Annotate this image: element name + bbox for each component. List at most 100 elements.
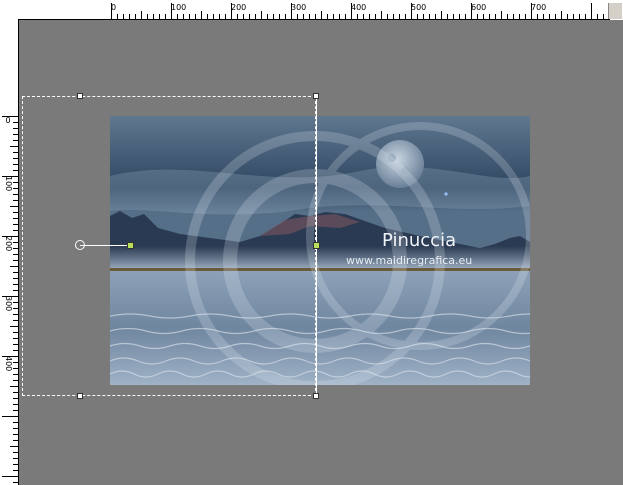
top-ruler-label: 100 <box>171 3 187 12</box>
ruler-scroll-button[interactable] <box>608 3 622 19</box>
left-ruler-label-400: 400 <box>4 356 13 373</box>
left-ruler: 0 100 200 300 400 <box>2 19 19 485</box>
ruler-tick <box>579 14 580 19</box>
ruler-tick <box>219 14 220 19</box>
ruler-tick <box>13 332 18 333</box>
resize-handle-bottom-right[interactable] <box>313 393 319 399</box>
ruler-tick <box>13 194 18 195</box>
resize-handle-bottom-mid[interactable] <box>77 393 83 399</box>
left-ruler-label: 0 <box>5 116 11 125</box>
top-ruler-label: 700 <box>531 3 547 12</box>
ruler-tick <box>13 284 18 285</box>
ruler-tick <box>339 14 340 19</box>
ruler-tick <box>453 14 454 19</box>
ruler-tick <box>447 14 448 19</box>
ruler-tick <box>2 176 18 177</box>
ruler-tick <box>543 14 544 19</box>
ruler-tick <box>2 296 18 297</box>
ruler-tick <box>327 14 328 19</box>
ruler-tick <box>13 218 18 219</box>
ruler-tick <box>153 14 154 19</box>
ruler-tick <box>10 266 18 267</box>
ruler-tick <box>13 164 18 165</box>
ruler-tick <box>10 386 18 387</box>
ruler-tick <box>13 188 18 189</box>
ruler-tick <box>10 446 18 447</box>
ruler-tick <box>417 14 418 19</box>
ruler-tick <box>243 14 244 19</box>
ruler-tick <box>13 158 18 159</box>
ruler-tick <box>381 11 382 19</box>
ruler-tick <box>117 14 118 19</box>
ruler-tick <box>471 3 472 19</box>
left-ruler-label-200: 200 <box>4 236 13 253</box>
ruler-corner <box>2 3 18 19</box>
ruler-tick <box>267 14 268 19</box>
ruler-tick <box>333 14 334 19</box>
rotation-arm <box>80 245 130 246</box>
ruler-tick <box>13 392 18 393</box>
resize-handle-left-mid[interactable] <box>127 242 134 249</box>
left-ruler-label-100: 100 <box>4 176 13 193</box>
ruler-tick <box>13 170 18 171</box>
ruler-tick <box>195 14 196 19</box>
ruler-tick <box>459 14 460 19</box>
left-ruler-label: 200 <box>4 236 13 252</box>
selection-bounding-box[interactable] <box>22 96 316 396</box>
ruler-tick <box>501 11 502 19</box>
ruler-tick <box>489 14 490 19</box>
top-ruler-label: 600 <box>471 3 487 12</box>
resize-handle-top-right[interactable] <box>313 93 319 99</box>
ruler-tick <box>13 254 18 255</box>
ruler-tick <box>291 3 292 19</box>
ruler-tick <box>171 3 172 19</box>
ruler-tick <box>375 14 376 19</box>
ruler-tick <box>255 14 256 19</box>
ruler-tick <box>141 11 142 19</box>
ruler-tick <box>13 428 18 429</box>
ruler-tick <box>13 200 18 201</box>
ruler-tick <box>597 14 598 19</box>
ruler-tick <box>231 3 232 19</box>
ruler-tick <box>483 14 484 19</box>
resize-handle-top-mid[interactable] <box>77 93 83 99</box>
ruler-tick <box>129 14 130 19</box>
top-ruler: 0 100 200 300 400 500 600 700 <box>18 3 610 20</box>
ruler-tick <box>13 314 18 315</box>
ruler-tick <box>513 14 514 19</box>
ruler-tick <box>13 182 18 183</box>
ruler-tick <box>165 14 166 19</box>
ruler-tick <box>393 14 394 19</box>
ruler-tick <box>13 374 18 375</box>
ruler-tick <box>249 14 250 19</box>
ruler-tick <box>399 14 400 19</box>
left-ruler-label-300: 300 <box>4 296 13 313</box>
ruler-tick <box>13 290 18 291</box>
ruler-tick <box>13 350 18 351</box>
left-ruler-label: 300 <box>4 296 13 312</box>
ruler-tick <box>561 11 562 19</box>
ruler-tick <box>10 206 18 207</box>
ruler-tick <box>441 11 442 19</box>
ruler-tick <box>519 14 520 19</box>
ruler-tick <box>315 14 316 19</box>
ruler-tick <box>13 128 18 129</box>
ruler-tick <box>13 320 18 321</box>
ruler-tick <box>13 152 18 153</box>
ruler-tick <box>477 14 478 19</box>
rotation-handle[interactable] <box>75 240 85 250</box>
ruler-tick <box>13 134 18 135</box>
ruler-tick <box>549 14 550 19</box>
ruler-tick <box>321 11 322 19</box>
ruler-tick <box>177 14 178 19</box>
top-ruler-label: 200 <box>231 3 247 12</box>
ruler-tick <box>13 482 18 483</box>
ruler-tick <box>603 14 604 19</box>
top-ruler-label: 400 <box>351 3 367 12</box>
ruler-tick <box>13 212 18 213</box>
ruler-tick <box>13 308 18 309</box>
ruler-tick <box>189 14 190 19</box>
ruler-tick <box>423 14 424 19</box>
ruler-tick <box>573 14 574 19</box>
pivot-handle-center[interactable] <box>313 242 320 249</box>
